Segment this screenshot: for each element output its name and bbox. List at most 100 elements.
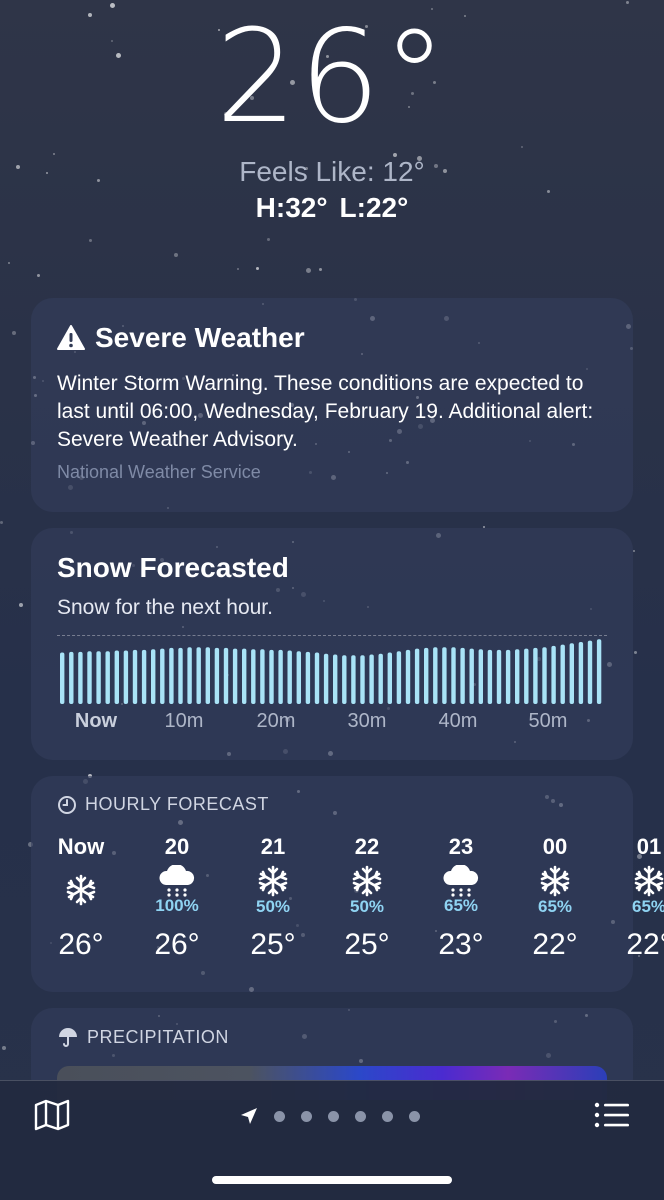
snow-bar — [87, 651, 92, 704]
snow-bar — [132, 649, 138, 704]
snowflake-particle — [0, 521, 3, 524]
hour-temperature: 26° — [58, 928, 104, 961]
page-dot[interactable] — [328, 1110, 339, 1122]
hour-time: 23 — [448, 834, 474, 859]
snow-bar — [314, 652, 320, 704]
snowflake-particle — [237, 268, 239, 270]
hour-column: 22 50% 25° — [327, 834, 407, 962]
axis-label-30m: 30m — [347, 710, 387, 732]
snowflake-particle — [626, 1, 629, 4]
snow-bar — [251, 649, 256, 704]
snow-forecast-card[interactable]: Snow Forecasted Snow for the next hour. … — [31, 528, 633, 760]
alert-source[interactable]: National Weather Service — [57, 462, 261, 483]
page-dot[interactable] — [274, 1110, 285, 1122]
snow-bar — [323, 653, 329, 704]
precip-chance: 50% — [255, 897, 291, 916]
snow-bar — [378, 653, 383, 704]
cloud-snow-icon: 65% — [421, 862, 501, 918]
hour-time: 22 — [354, 834, 380, 859]
snow-intensity-chart — [60, 639, 602, 704]
snow-bar — [505, 649, 511, 704]
snowflake-particle — [37, 274, 40, 277]
snow-bar — [333, 654, 338, 704]
low-temperature: L:22° — [339, 192, 409, 223]
snowflake-icon — [41, 862, 121, 918]
snow-bar — [451, 647, 456, 704]
snow-bar — [114, 650, 119, 704]
snowflake-particle — [319, 268, 322, 271]
page-dot[interactable] — [382, 1110, 393, 1122]
axis-label-10m: 10m — [164, 710, 204, 732]
home-indicator[interactable] — [212, 1176, 452, 1184]
hour-time: 20 — [164, 834, 190, 859]
city-list-button[interactable] — [594, 1101, 630, 1134]
snowflake-particle — [89, 239, 92, 242]
high-temperature: H:32° — [255, 192, 328, 223]
snow-bar — [305, 651, 311, 704]
snowflake-particle — [174, 253, 178, 257]
snow-bar — [414, 648, 420, 704]
snow-bar — [141, 649, 147, 704]
page-indicator[interactable] — [240, 1107, 436, 1125]
hour-column: 21 50% 25° — [233, 834, 313, 962]
page-dot[interactable] — [409, 1110, 420, 1122]
snow-chart-axis: Now 10m 20m 30m 40m 50m — [57, 710, 617, 736]
snowflake-particle — [19, 603, 23, 607]
snow-forecast-subtitle: Snow for the next hour. — [57, 596, 273, 619]
hourly-forecast-label: HOURLY FORECAST — [85, 794, 269, 814]
hour-time: 00 — [542, 834, 568, 859]
hour-temperature: 26° — [154, 928, 200, 961]
snow-bar — [405, 649, 411, 704]
hour-temperature: 22° — [626, 928, 664, 961]
axis-label-now: Now — [74, 710, 118, 732]
snow-bar — [587, 640, 593, 704]
snow-bar — [78, 651, 83, 704]
snow-bar — [169, 647, 174, 704]
precip-chance: 65% — [631, 897, 664, 916]
hour-time: 01 — [636, 834, 662, 859]
alert-title-row: Severe Weather — [57, 322, 305, 354]
snowflake-icon: 50% — [233, 862, 313, 918]
snow-bar — [60, 652, 65, 704]
snow-bar — [196, 647, 201, 704]
snowflake-icon: 50% — [327, 862, 407, 918]
snow-bar — [205, 647, 210, 704]
snow-bar — [460, 647, 465, 704]
snowflake-particle — [8, 262, 10, 264]
snow-bar — [232, 648, 238, 704]
snowflake-icon: 65% — [609, 862, 664, 918]
umbrella-icon — [59, 1028, 77, 1047]
high-low: H:32° L:22° — [0, 192, 664, 224]
precipitation-header: PRECIPITATION — [57, 1026, 229, 1048]
snow-bar — [442, 647, 447, 704]
snow-bar — [524, 648, 529, 704]
hour-temperature: 25° — [250, 928, 296, 961]
snowflake-particle — [256, 267, 259, 270]
snow-bar — [396, 651, 402, 704]
hour-temperature: 23° — [438, 928, 484, 961]
page-dot[interactable] — [301, 1110, 312, 1122]
precip-chance: 65% — [443, 896, 479, 915]
snow-bar — [178, 647, 183, 704]
clock-icon — [58, 795, 76, 814]
severe-weather-card[interactable]: Severe Weather Winter Storm Warning. The… — [31, 298, 633, 512]
axis-label-20m: 20m — [256, 710, 296, 732]
hourly-forecast-card[interactable]: HOURLY FORECAST Now 26° 20 100% 26° 21 50% 25° 2… — [31, 776, 664, 992]
map-button[interactable] — [34, 1099, 70, 1136]
snowflake-particle — [267, 238, 270, 241]
precipitation-label: PRECIPITATION — [87, 1026, 229, 1047]
snow-bar — [69, 651, 74, 704]
snow-bar — [551, 645, 556, 704]
snow-bar — [596, 639, 602, 704]
page-dot[interactable] — [355, 1110, 366, 1122]
snow-bar — [342, 655, 347, 704]
snowflake-particle — [306, 268, 311, 273]
location-arrow-icon — [241, 1108, 257, 1124]
snow-forecast-title: Snow Forecasted — [57, 552, 289, 583]
feels-like: Feels Like: 12° — [239, 156, 425, 187]
snow-bar — [369, 654, 374, 704]
axis-label-50m: 50m — [528, 710, 568, 732]
chart-top-line — [57, 635, 607, 636]
snowflake-particle — [12, 331, 16, 335]
hourly-forecast-header: HOURLY FORECAST — [57, 794, 269, 815]
